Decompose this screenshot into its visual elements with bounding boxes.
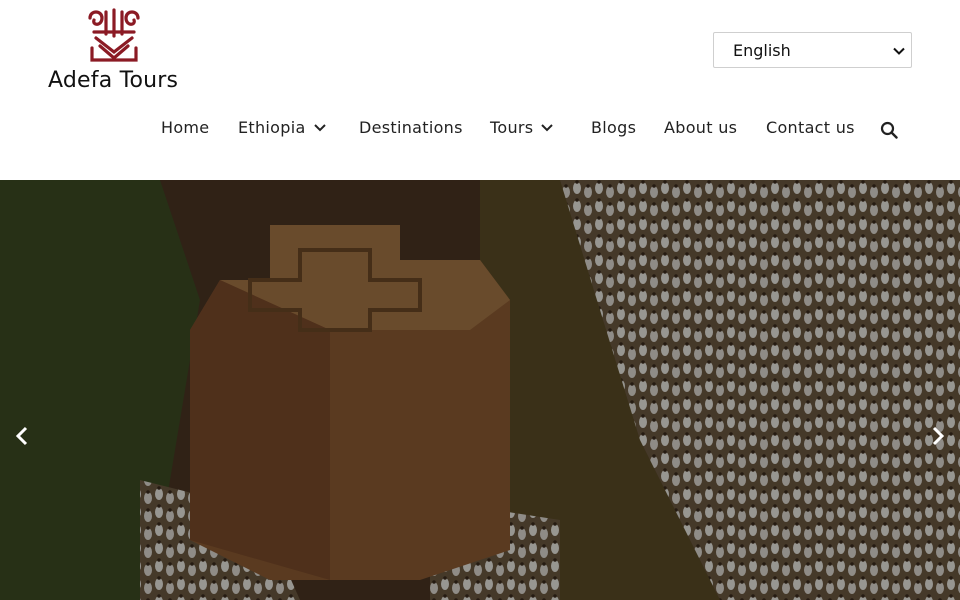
nav-item-label: Contact us xyxy=(766,118,855,137)
nav-item-blogs[interactable]: Blogs xyxy=(591,118,636,144)
site-logo[interactable]: Adefa Tours xyxy=(48,8,184,94)
nav-item-destinations[interactable]: Destinations xyxy=(359,118,463,144)
chevron-left-icon[interactable] xyxy=(12,424,32,448)
nav-item-tours[interactable]: Tours xyxy=(490,118,555,144)
nav-item-about-us[interactable]: About us xyxy=(664,118,737,144)
nav-item-contact-us[interactable]: Contact us xyxy=(766,118,855,144)
hero-image xyxy=(0,180,960,600)
nav-item-label: Blogs xyxy=(591,118,637,137)
site-header: Adefa Tours English Home Ethiopia Destin… xyxy=(0,0,960,180)
nav-item-label: Home xyxy=(161,118,210,137)
chevron-down-icon xyxy=(541,124,554,132)
nav-item-label: About us xyxy=(664,118,738,137)
nav-item-label: Ethiopia xyxy=(238,118,306,137)
nav-item-home[interactable]: Home xyxy=(161,118,209,144)
nav-item-ethiopia[interactable]: Ethiopia xyxy=(238,118,328,144)
chevron-right-icon[interactable] xyxy=(928,424,948,448)
brand-name: Adefa Tours xyxy=(48,68,179,93)
nav-item-label: Destinations xyxy=(359,118,463,137)
hero-slider xyxy=(0,180,960,600)
main-nav: Home Ethiopia Destinations Tours Blogs A… xyxy=(0,118,960,144)
search-icon[interactable] xyxy=(880,121,898,139)
nav-item-label: Tours xyxy=(490,118,534,137)
chevron-down-icon xyxy=(893,47,905,55)
language-select[interactable]: English xyxy=(713,32,912,68)
ornament-logo-icon xyxy=(88,8,140,62)
chevron-down-icon xyxy=(313,124,326,132)
language-select-value: English xyxy=(733,41,791,60)
